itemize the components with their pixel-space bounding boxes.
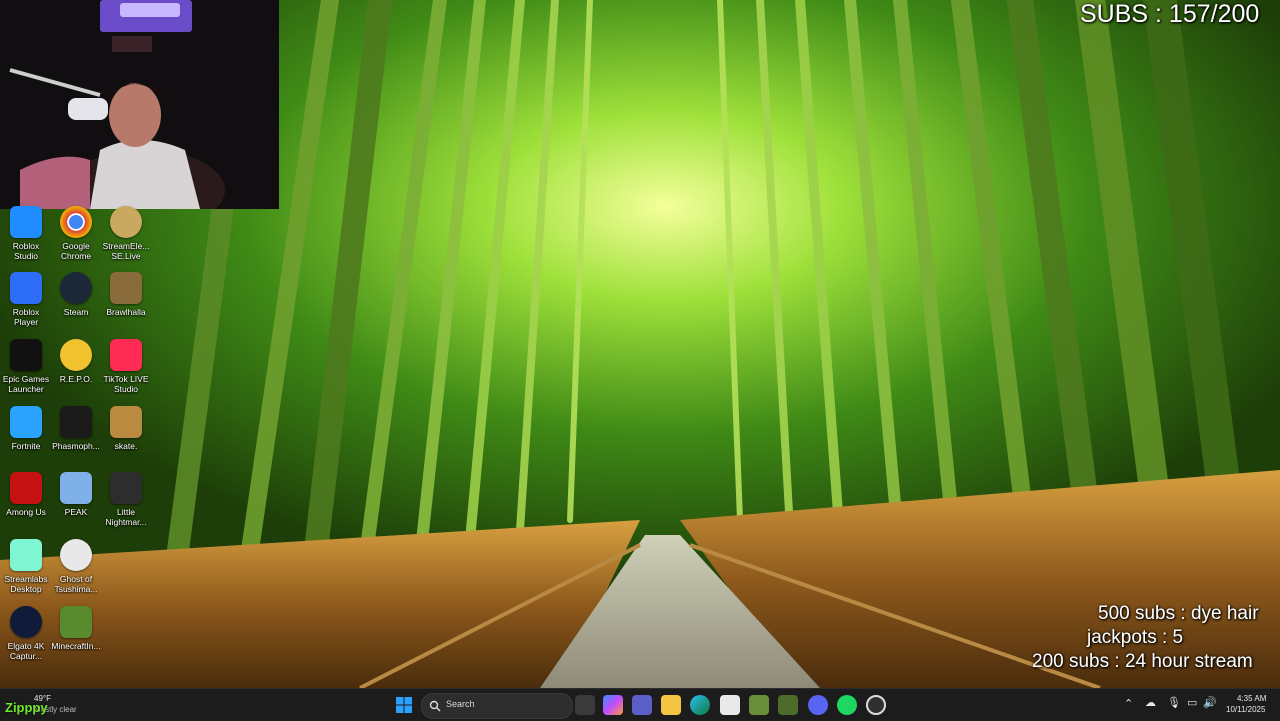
desktop-icon-little-nightmares[interactable]: Little Nightmar... <box>100 472 152 534</box>
ghost-of-tsushima-icon <box>60 539 92 571</box>
copilot-button[interactable] <box>603 695 623 715</box>
webcam-feed <box>0 0 279 209</box>
search-icon <box>429 700 441 712</box>
desktop-icon-grid: Roblox Studio Google Chrome StreamEle...… <box>0 206 160 676</box>
streamlabs-icon <box>10 539 42 571</box>
taskbar: 49°F Mostly clear Search ⌃ ☁ 🎙 ▭ 🔊 4:35 … <box>0 688 1280 721</box>
teams-button[interactable] <box>632 695 652 715</box>
streamelements-icon <box>110 206 142 238</box>
task-view-button[interactable] <box>575 695 595 715</box>
start-icon <box>396 697 412 713</box>
microphone-icon[interactable]: 🎙 <box>1167 696 1181 709</box>
onedrive-icon[interactable]: ☁ <box>1145 696 1156 709</box>
clock-date[interactable]: 10/11/2025 <box>1226 705 1265 714</box>
desktop-icon-roblox-studio[interactable]: Roblox Studio <box>0 206 52 268</box>
desktop-icon-tiktok-live[interactable]: TikTok LIVE Studio <box>100 339 152 401</box>
desktop-icon-repo[interactable]: R.E.P.O. <box>50 339 102 401</box>
elgato-icon <box>10 606 42 638</box>
search-placeholder: Search <box>446 699 475 709</box>
repo-icon <box>60 339 92 371</box>
phasmophobia-icon <box>60 406 92 438</box>
desktop-icon-google-chrome[interactable]: Google Chrome <box>50 206 102 268</box>
file-explorer-button[interactable] <box>661 695 681 715</box>
streamer-watermark: Zipppy <box>5 700 48 715</box>
desktop-icon-phasmophobia[interactable]: Phasmoph... <box>50 406 102 468</box>
desktop-icon-steam[interactable]: Steam <box>50 272 102 334</box>
tray-chevron-icon[interactable]: ⌃ <box>1124 697 1133 710</box>
desktop-icon-among-us[interactable]: Among Us <box>0 472 52 534</box>
minecraft-icon <box>60 606 92 638</box>
goal-jackpots: jackpots : 5 <box>1087 627 1184 648</box>
obs-button[interactable] <box>866 695 886 715</box>
desktop-icon-epic-games[interactable]: Epic Games Launcher <box>0 339 52 401</box>
goal-24-hour-stream: 200 subs : 24 hour stream <box>1032 651 1253 672</box>
steam-icon <box>60 272 92 304</box>
desktop-icon-brawlhalla[interactable]: Brawlhalla <box>100 272 152 334</box>
taskbar-search-box[interactable]: Search <box>421 693 573 719</box>
minecraft-taskbar-button[interactable] <box>749 695 769 715</box>
desktop-icon-ghost-of-tsushima[interactable]: Ghost of Tsushima... <box>50 539 102 601</box>
clock-time[interactable]: 4:35 AM <box>1237 694 1266 703</box>
skate-icon <box>110 406 142 438</box>
edge-button[interactable] <box>690 695 710 715</box>
little-nightmares-icon <box>110 472 142 504</box>
app-button[interactable] <box>778 695 798 715</box>
desktop-icon-roblox-player[interactable]: Roblox Player <box>0 272 52 334</box>
start-button[interactable] <box>394 695 414 715</box>
tiktok-icon <box>110 339 142 371</box>
brawlhalla-icon <box>110 272 142 304</box>
goal-dye-hair: 500 subs : dye hair <box>1098 603 1259 624</box>
peak-icon <box>60 472 92 504</box>
desktop-icon-minecraft[interactable]: MinecraftIn... <box>50 606 102 668</box>
desktop-icon-elgato[interactable]: Elgato 4K Captur... <box>0 606 52 668</box>
roblox-studio-icon <box>10 206 42 238</box>
streamer-webcam-image <box>0 0 279 209</box>
fortnite-icon <box>10 406 42 438</box>
spotify-button[interactable] <box>837 695 857 715</box>
desktop-icon-skate[interactable]: skate. <box>100 406 152 468</box>
desktop-icon-streamelements[interactable]: StreamEle... SE.Live <box>100 206 152 268</box>
among-us-icon <box>10 472 42 504</box>
roblox-player-icon <box>10 272 42 304</box>
network-icon[interactable]: ▭ <box>1187 696 1197 709</box>
subs-counter: SUBS : 157/200 <box>1080 0 1260 28</box>
desktop-icon-fortnite[interactable]: Fortnite <box>0 406 52 468</box>
chrome-icon <box>60 206 92 238</box>
desktop-icon-peak[interactable]: PEAK <box>50 472 102 534</box>
epic-games-icon <box>10 339 42 371</box>
volume-icon[interactable]: 🔊 <box>1203 696 1217 709</box>
discord-button[interactable] <box>808 695 828 715</box>
store-button[interactable] <box>720 695 740 715</box>
desktop-icon-streamlabs[interactable]: Streamlabs Desktop <box>0 539 52 601</box>
